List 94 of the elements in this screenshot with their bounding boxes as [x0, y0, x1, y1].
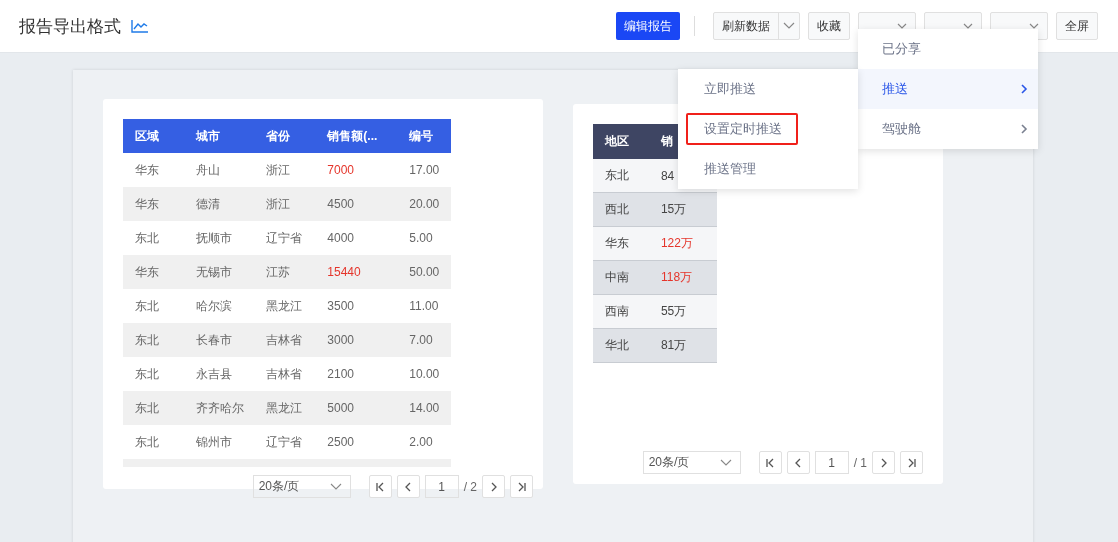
next-page-button[interactable] [872, 451, 895, 474]
table-cell: 15万 [660, 202, 687, 216]
table-cell: 江苏 [265, 264, 290, 279]
table-cell: 11.00 [409, 299, 439, 313]
table-cell: 10.00 [409, 367, 440, 381]
table-cell: 长春市 [195, 332, 232, 347]
previous-page-button[interactable] [396, 475, 420, 498]
table-cell: 东北 [135, 332, 159, 347]
table-cell: 齐齐哈尔 [195, 400, 244, 415]
menu-item[interactable]: 推送 [858, 69, 1038, 109]
table-cell: 无锡市 [195, 264, 232, 279]
column-header[interactable]: 地区 [605, 134, 629, 148]
table-cell: 西北 [605, 202, 629, 216]
last-page-button[interactable] [900, 451, 923, 474]
caret-icon [963, 22, 973, 30]
table-cell: 抚顺市 [195, 230, 232, 245]
table-cell: 17.00 [409, 163, 440, 177]
table-cell: 3000 [327, 333, 355, 347]
table-cell: 5000 [327, 401, 355, 415]
table-cell: 辽宁省 [265, 434, 302, 449]
caret-icon[interactable] [783, 22, 795, 30]
first-page-button[interactable] [368, 475, 392, 498]
table-cell: 4000 [327, 231, 355, 245]
previous-page-button[interactable] [786, 451, 810, 474]
caret-icon [329, 483, 342, 490]
table-cell: 2100 [327, 367, 355, 381]
table-cell: 东北 [135, 298, 159, 313]
edit-report-button[interactable]: 编辑报告 [616, 12, 680, 40]
menu-item[interactable]: 已分享 [858, 29, 1038, 69]
table-cell: 4500 [327, 197, 355, 211]
table-cell: 3500 [327, 299, 355, 313]
page-total: / 2 [463, 479, 477, 494]
table-cell: 7.00 [409, 333, 433, 347]
table-cell: 5.00 [409, 231, 433, 245]
table-cell: 东北 [135, 230, 159, 245]
table-cell: 华东 [135, 196, 159, 211]
page-input[interactable]: 1 [424, 475, 459, 498]
table-cell: 50.00 [409, 265, 440, 279]
table-cell: 华东 [135, 162, 159, 177]
table-cell: 浙江 [265, 162, 290, 177]
table-cell: 吉林省 [265, 332, 302, 347]
next-page-button[interactable] [482, 475, 505, 498]
column-header[interactable]: 销 [660, 134, 673, 148]
table-cell: 东北 [135, 434, 159, 449]
page-size-select[interactable]: 20条/页 [642, 451, 741, 474]
table-cell: 东北 [135, 400, 159, 415]
menu-item[interactable]: 设置定时推送 [678, 109, 858, 149]
table-cell: 122万 [660, 236, 693, 250]
first-page-button[interactable] [758, 451, 782, 474]
line-chart-icon[interactable] [131, 19, 149, 33]
table-cell: 华北 [605, 338, 629, 352]
table-cell: 84 [660, 168, 675, 183]
toolbar-button[interactable]: 全屏 [1056, 12, 1098, 40]
caret-icon [1029, 22, 1039, 30]
table-cell: 东北 [605, 168, 629, 182]
table-cell: 舟山 [195, 162, 220, 177]
page-title: 报告导出格式 [19, 15, 121, 38]
table-cell: 黑龙江 [265, 400, 302, 415]
last-page-button[interactable] [510, 475, 533, 498]
table-cell: 15440 [327, 265, 361, 279]
table-cell: 华东 [135, 264, 159, 279]
table-cell: 华东 [605, 236, 629, 250]
column-header[interactable]: 城市 [195, 128, 220, 143]
refresh-split-button[interactable]: 刷新数据 [713, 12, 800, 40]
table-cell: 西南 [605, 304, 629, 318]
table-cell: 德清 [195, 196, 220, 211]
table-cell: 7000 [327, 163, 355, 177]
menu-item[interactable]: 推送管理 [678, 149, 858, 189]
table-cell: 永吉县 [195, 366, 232, 381]
table-cell: 2500 [327, 435, 355, 449]
table-cell: 浙江 [265, 196, 290, 211]
table-cell: 2.00 [409, 435, 433, 449]
table-cell: 哈尔滨 [195, 298, 232, 313]
table-cell: 锦州市 [195, 434, 232, 449]
menu-item[interactable]: 立即推送 [678, 69, 858, 109]
table-cell: 吉林省 [265, 366, 302, 381]
column-header[interactable]: 省份 [265, 128, 290, 143]
page-total: / 1 [853, 455, 867, 470]
column-header[interactable]: 区域 [135, 128, 159, 143]
table-cell: 黑龙江 [265, 298, 302, 313]
table-cell: 20.00 [409, 197, 440, 211]
table-cell: 118万 [660, 270, 693, 284]
table-cell: 81万 [660, 338, 687, 352]
table-cell: 辽宁省 [265, 230, 302, 245]
page-size-select[interactable]: 20条/页 [252, 475, 351, 498]
table-cell: 14.00 [409, 401, 440, 415]
caret-icon [719, 459, 732, 466]
menu-item[interactable]: 驾驶舱 [858, 109, 1038, 149]
table-cell: 东北 [135, 366, 159, 381]
page-input[interactable]: 1 [814, 451, 849, 474]
caret-icon [897, 22, 907, 30]
table-cell: 55万 [660, 304, 687, 318]
toolbar-button[interactable]: 收藏 [808, 12, 850, 40]
table-cell: 中南 [605, 270, 629, 284]
